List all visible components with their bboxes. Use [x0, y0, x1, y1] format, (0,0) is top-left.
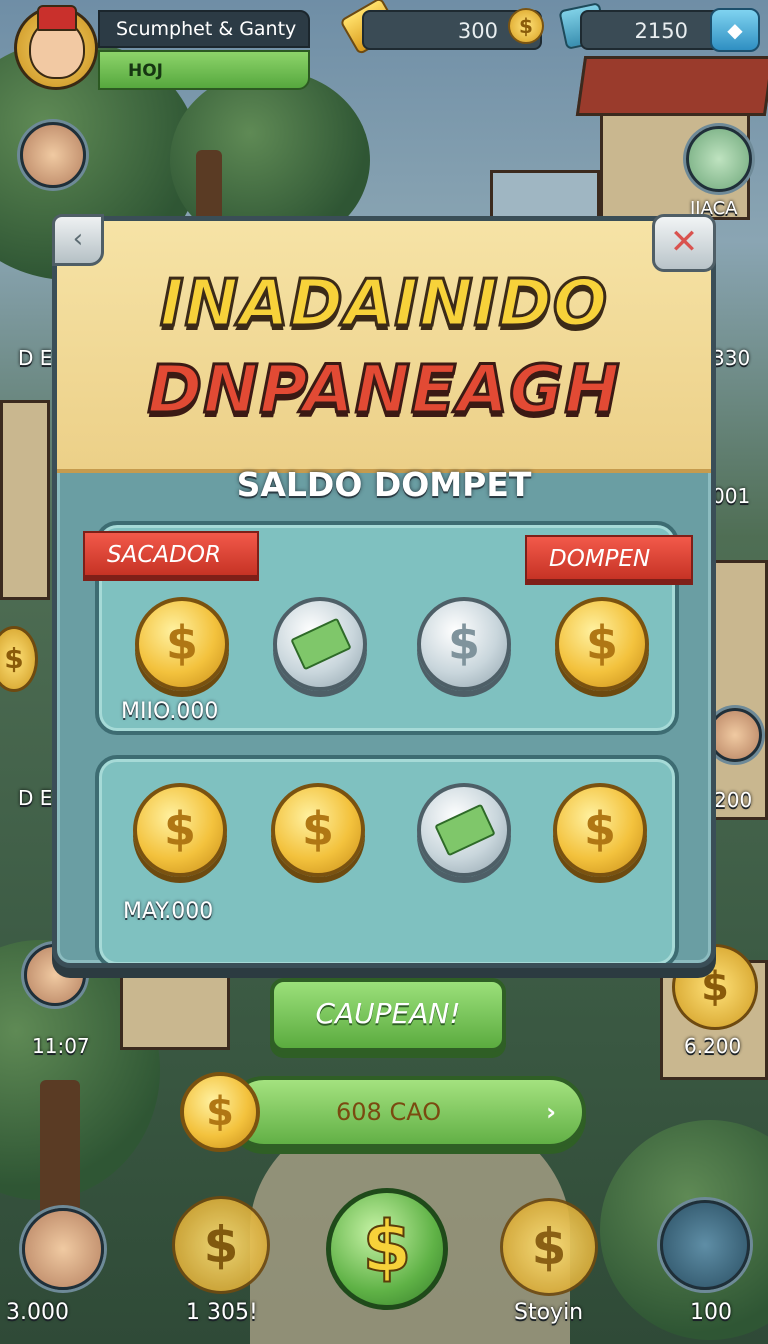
main-dollar-button[interactable]: $ — [326, 1188, 448, 1310]
side-label-left-2: D E — [18, 786, 53, 810]
bottom-coin-button[interactable]: $ — [172, 1196, 270, 1294]
dollar-coin-icon: $ — [508, 8, 544, 44]
player-avatar[interactable] — [14, 5, 98, 90]
chevron-right-icon: › — [546, 1098, 556, 1126]
side-label-left-1: D E — [18, 346, 53, 370]
modal-title-line-1: INADAINIDO — [158, 266, 609, 343]
silver-coin-icon[interactable]: $ — [417, 597, 511, 691]
bottom-avatar-button[interactable] — [22, 1208, 104, 1290]
reward-panel-2: $ $ $ MAY.000 — [95, 755, 679, 963]
panel-2-amount: MAY.000 — [123, 899, 214, 924]
claim-button[interactable]: CAUPEAN! — [270, 978, 506, 1052]
gold-coin-icon[interactable]: $ — [133, 783, 227, 877]
panel-1-amount: MIIO.000 — [121, 699, 219, 724]
player-tag: HOJ — [98, 50, 310, 90]
bottom-label-4: Stoyin — [514, 1300, 584, 1325]
gold-coin-icon[interactable]: $ — [553, 783, 647, 877]
side-label-right-3: 200 — [714, 788, 753, 812]
balance-button[interactable]: 608 CAO › — [228, 1076, 586, 1148]
silver-cash-coin-icon[interactable] — [417, 783, 511, 877]
side-label-left-3: 11:07 — [32, 1034, 90, 1058]
wallet-balance-modal: INADAINIDO DNPANEAGH SALDO DOMPET $ $ $ … — [52, 216, 716, 968]
gem-shop-button[interactable]: ◆ — [710, 8, 760, 52]
bottom-coin-button-2[interactable]: $ — [500, 1198, 598, 1296]
side-avatar-right[interactable] — [708, 708, 762, 762]
bottom-label-5: 100 — [690, 1300, 732, 1325]
modal-back-button[interactable]: ‹ — [52, 214, 104, 266]
bottom-label-1: 3.000 — [6, 1300, 69, 1325]
ribbon-right-label: DOMPEN — [525, 535, 693, 581]
side-label-right-4: 6.200 — [684, 1034, 742, 1058]
gold-coin-icon[interactable]: $ — [135, 597, 229, 691]
modal-subtitle: SALDO DOMPET — [236, 465, 532, 504]
side-avatar-top-left[interactable] — [20, 122, 86, 188]
player-profile[interactable]: Scumphet & Ganty HOJ — [14, 5, 310, 92]
balance-text: 608 CAO — [336, 1098, 442, 1126]
modal-close-button[interactable]: ✕ — [652, 214, 716, 272]
balance-dollar-coin-icon: $ — [180, 1072, 260, 1152]
ribbon-left-label: SACADOR — [83, 531, 259, 577]
modal-header: INADAINIDO DNPANEAGH — [57, 221, 711, 473]
side-cash-bundle-icon[interactable] — [686, 126, 752, 192]
gold-coin-icon[interactable]: $ — [555, 597, 649, 691]
modal-title-line-2: DNPANEAGH — [146, 350, 621, 430]
gold-coin-icon[interactable]: $ — [271, 783, 365, 877]
silver-cash-coin-icon[interactable] — [273, 597, 367, 691]
player-name: Scumphet & Ganty — [98, 10, 310, 48]
side-label-right-1: 330 — [712, 346, 751, 370]
side-label-right-2: 001 — [712, 484, 751, 508]
bottom-label-2: 1 305! — [186, 1300, 258, 1325]
bottom-cash-stack-button[interactable] — [660, 1200, 750, 1290]
